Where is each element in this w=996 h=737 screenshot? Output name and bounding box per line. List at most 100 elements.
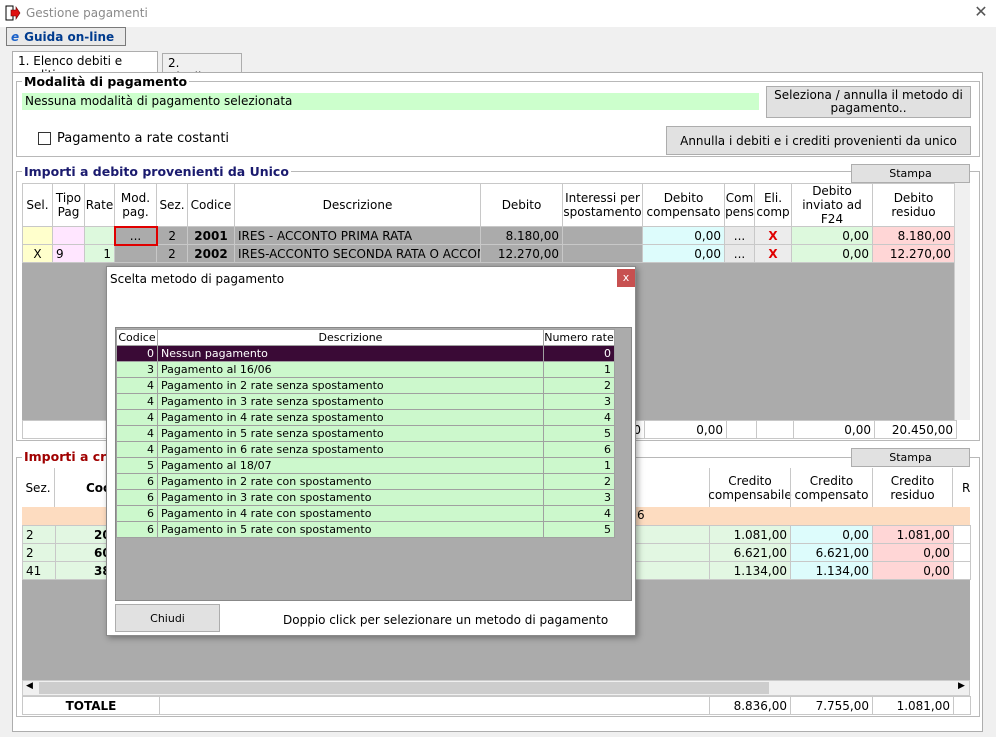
cell-descrizione: Pagamento in 3 rate senza spostamento [157, 393, 544, 410]
cell-sel[interactable]: X [22, 244, 53, 263]
hdr-interessi: Interessi per spostamento [562, 183, 643, 227]
cell-rate: 6 [543, 441, 615, 458]
metodo-row[interactable]: 6 Pagamento in 2 rate con spostamento 2 [116, 473, 615, 490]
table-row[interactable]: ... 2 2001 IRES - ACCONTO PRIMA RATA 8.1… [22, 225, 955, 246]
cell-tipo[interactable] [52, 226, 85, 245]
scroll-right-icon[interactable]: ▶ [958, 681, 965, 691]
metodo-row[interactable]: 4 Pagamento in 3 rate senza spostamento 3 [116, 393, 615, 410]
guida-label: Guida on-line [24, 29, 115, 44]
debiti-scrollbar[interactable] [954, 183, 970, 420]
eli-comp-button[interactable]: X [754, 226, 792, 245]
total-compensato: 0,00 [644, 420, 727, 439]
cell-sez: 2 [22, 525, 56, 544]
cell-descrizione: Pagamento in 4 rate con spostamento [157, 505, 544, 522]
cell-residuo: 0,00 [872, 561, 954, 580]
cell-rate: 3 [543, 489, 615, 506]
title-bar: Gestione pagamenti ✕ [0, 0, 996, 27]
hdr-compens: Com pens [724, 183, 755, 227]
totale-compensato: 7.755,00 [790, 696, 873, 715]
total-residuo: 20.450,00 [874, 420, 957, 439]
tab-riepilogo[interactable]: 2. Riepilogo [162, 53, 242, 84]
cell-descrizione: Pagamento al 16/06 [157, 361, 544, 378]
hdr-descrizione: Descrizione [234, 183, 481, 227]
metodo-row[interactable]: 3 Pagamento al 16/06 1 [116, 361, 615, 378]
guida-online-button[interactable]: e Guida on-line [6, 27, 126, 46]
cell-rate: 0 [543, 345, 615, 362]
scroll-thumb[interactable] [39, 682, 769, 694]
cell-descrizione: IRES - ACCONTO PRIMA RATA [234, 226, 481, 245]
app-icon [5, 5, 21, 21]
dialog-hint: Doppio click per selezionare un metodo d… [283, 613, 609, 627]
cell-debito: 12.270,00 [480, 244, 563, 263]
cell-compensabile: 6.621,00 [709, 543, 791, 562]
annulla-debiti-button[interactable]: Annulla i debiti e i crediti provenienti… [666, 126, 971, 155]
cell-f24: 0,00 [791, 226, 873, 245]
hdr-debito: Debito [480, 183, 563, 227]
hdr-cred-sez: Sez. [22, 468, 55, 507]
compens-button[interactable]: ... [724, 226, 755, 245]
cell-codice: 6 [116, 505, 158, 522]
metodo-row[interactable]: 6 Pagamento in 3 rate con spostamento 3 [116, 489, 615, 506]
cell-codice: 4 [116, 441, 158, 458]
cell-codice: 6 [116, 489, 158, 506]
cell-sel[interactable] [22, 226, 53, 245]
metodo-row[interactable]: 5 Pagamento al 18/07 1 [116, 457, 615, 474]
table-row[interactable]: X 9 1 2 2002 IRES-ACCONTO SECONDA RATA O… [22, 244, 955, 263]
tab-elenco[interactable]: 1. Elenco debiti e crediti [12, 51, 158, 82]
cell-compensato: 1.134,00 [790, 561, 873, 580]
chiudi-button[interactable]: Chiudi [115, 604, 220, 632]
seleziona-metodo-button[interactable]: Seleziona / annulla il metodo di pagamen… [766, 86, 971, 118]
metodo-row[interactable]: 4 Pagamento in 2 rate senza spostamento 2 [116, 377, 615, 394]
scroll-left-icon[interactable]: ◀ [26, 681, 33, 691]
dialog-close-button[interactable]: x [617, 269, 635, 287]
cell-rate: 2 [543, 473, 615, 490]
cell-tipo[interactable]: 9 [52, 244, 85, 263]
totale-compensabile: 8.836,00 [709, 696, 791, 715]
cell-compensabile: 1.081,00 [709, 525, 791, 544]
cell-rate[interactable] [84, 226, 115, 245]
cell-rate: 1 [543, 361, 615, 378]
metodo-row[interactable]: 6 Pagamento in 5 rate con spostamento 5 [116, 521, 615, 538]
cell-descrizione: Pagamento in 3 rate con spostamento [157, 489, 544, 506]
hdr-cred-r: R [962, 481, 971, 495]
cell-rate[interactable]: 1 [84, 244, 115, 263]
cell-descrizione: Pagamento in 2 rate senza spostamento [157, 377, 544, 394]
cell-codice: 2001 [187, 226, 235, 245]
metodo-row[interactable]: 4 Pagamento in 5 rate senza spostamento 5 [116, 425, 615, 442]
hdr-cred-compensato: Credito compensato [790, 468, 872, 507]
compens-button[interactable]: ... [724, 244, 755, 263]
cell-debito: 8.180,00 [480, 226, 563, 245]
totale-label: TOTALE [22, 696, 160, 715]
stampa-debiti-button[interactable]: Stampa [851, 164, 970, 183]
metodo-row[interactable]: 4 Pagamento in 6 rate senza spostamento 6 [116, 441, 615, 458]
metodo-row[interactable]: 0 Nessun pagamento 0 [116, 345, 615, 362]
metodo-row[interactable]: 4 Pagamento in 4 rate senza spostamento 4 [116, 409, 615, 426]
cell-rate: 2 [543, 377, 615, 394]
cell-codice: 4 [116, 409, 158, 426]
crediti-title: Importi a cre [22, 449, 117, 464]
crediti-totale-row: TOTALE 8.836,00 7.755,00 1.081,00 [22, 696, 971, 715]
mod-pag-button[interactable] [114, 244, 157, 263]
hdr-eli: Eli. comp [754, 183, 792, 227]
cell-compensato: 0,00 [790, 525, 873, 544]
scelta-metodo-dialog: Scelta metodo di pagamento x Codice Descr… [106, 266, 636, 636]
cell-codice: 4 [116, 425, 158, 442]
metodo-row[interactable]: 6 Pagamento in 4 rate con spostamento 4 [116, 505, 615, 522]
rate-costanti-checkbox[interactable] [38, 132, 51, 145]
cell-sez: 2 [156, 244, 188, 263]
cell-sez: 41 [22, 561, 56, 580]
cell-rate: 1 [543, 457, 615, 474]
close-window-button[interactable]: ✕ [972, 3, 990, 21]
cell-sez: 2 [156, 226, 188, 245]
eli-comp-button[interactable]: X [754, 244, 792, 263]
totale-residuo: 1.081,00 [872, 696, 954, 715]
cell-rate: 4 [543, 505, 615, 522]
crediti-hscrollbar[interactable]: ◀ ▶ [22, 680, 970, 696]
stampa-crediti-button[interactable]: Stampa [851, 448, 970, 467]
hdr-tipo: Tipo Pag [52, 183, 85, 227]
mod-pag-button[interactable]: ... [113, 225, 158, 246]
cell-residuo: 8.180,00 [872, 226, 955, 245]
cell-f24: 0,00 [791, 244, 873, 263]
hdr-descrizione: Descrizione [157, 329, 544, 346]
hdr-codice: Codice [187, 183, 235, 227]
